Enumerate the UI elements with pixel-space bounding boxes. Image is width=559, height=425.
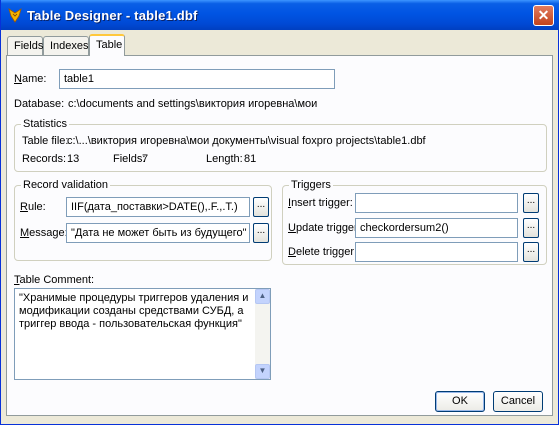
- message-field[interactable]: "Дата не может быть из будущего": [66, 223, 250, 243]
- length-label: Length:: [206, 153, 243, 165]
- insert-trigger-field[interactable]: [355, 193, 518, 213]
- triggers-group: Triggers Insert trigger: ... Update trig…: [282, 179, 547, 265]
- rule-field[interactable]: IIF(дата_поставки>DATE(),.F.,.T.): [66, 197, 250, 217]
- title-bar[interactable]: Table Designer - table1.dbf ✕: [1, 0, 559, 30]
- close-button[interactable]: ✕: [533, 5, 554, 26]
- cancel-button[interactable]: Cancel: [493, 391, 543, 412]
- database-label: Database:: [14, 98, 65, 110]
- table-comment-text: "Хранимые процедуры триггеров удаления и…: [19, 292, 249, 330]
- table-tab-panel: Name: table1 Database: c:\documents and …: [6, 55, 553, 416]
- records-value: 13: [67, 153, 80, 165]
- table-comment-label: Table Comment:: [14, 274, 95, 286]
- tab-fields[interactable]: Fields: [7, 36, 43, 55]
- tab-table[interactable]: Table: [89, 34, 125, 56]
- scroll-up-icon[interactable]: ▲: [255, 289, 270, 304]
- delete-trigger-label: Delete trigger:: [288, 246, 358, 258]
- update-trigger-field[interactable]: checkordersum2(): [355, 218, 518, 238]
- message-builder-button[interactable]: ...: [253, 223, 269, 243]
- database-value: c:\documents and settings\виктория игоре…: [68, 98, 318, 110]
- statistics-group: Statistics Table file: c:\...\виктория и…: [14, 118, 547, 172]
- table-file-label: Table file:: [22, 135, 69, 147]
- update-trigger-builder-button[interactable]: ...: [523, 218, 539, 238]
- insert-trigger-label: Insert trigger:: [288, 197, 353, 209]
- tab-table-label: Table: [96, 39, 123, 51]
- table-file-value: c:\...\виктория игоревна\мои документы\v…: [67, 135, 426, 147]
- statistics-title: Statistics: [21, 118, 70, 130]
- message-label: Message:: [20, 227, 68, 239]
- rule-label: Rule:: [20, 201, 46, 213]
- length-value: 81: [244, 153, 257, 165]
- fields-label: Fields:: [113, 153, 146, 165]
- name-field[interactable]: table1: [59, 69, 335, 89]
- update-trigger-label: Update trigger:: [288, 222, 361, 234]
- tab-fields-label: Fields: [14, 40, 44, 52]
- ok-button[interactable]: OK: [435, 391, 485, 412]
- fields-value: 7: [142, 153, 149, 165]
- record-validation-title: Record validation: [21, 179, 110, 191]
- triggers-title: Triggers: [289, 179, 333, 191]
- delete-trigger-builder-button[interactable]: ...: [523, 242, 539, 262]
- rule-builder-button[interactable]: ...: [253, 197, 269, 217]
- tab-indexes-label: Indexes: [50, 40, 89, 52]
- window-title: Table Designer - table1.dbf: [27, 8, 198, 23]
- table-comment-field[interactable]: "Хранимые процедуры триггеров удаления и…: [14, 288, 271, 380]
- tab-indexes[interactable]: Indexes: [43, 36, 89, 55]
- foxpro-icon: [8, 8, 22, 23]
- close-icon: ✕: [537, 7, 550, 23]
- insert-trigger-builder-button[interactable]: ...: [523, 193, 539, 213]
- delete-trigger-field[interactable]: [355, 242, 518, 262]
- record-validation-group: Record validation Rule: IIF(дата_поставк…: [14, 179, 272, 261]
- scroll-down-icon[interactable]: ▼: [255, 364, 270, 379]
- comment-scrollbar[interactable]: ▲ ▼: [255, 289, 270, 379]
- records-label: Records:: [22, 153, 67, 165]
- name-label: Name:: [14, 73, 47, 85]
- table-designer-window: Table Designer - table1.dbf ✕ Fields Ind…: [0, 0, 559, 425]
